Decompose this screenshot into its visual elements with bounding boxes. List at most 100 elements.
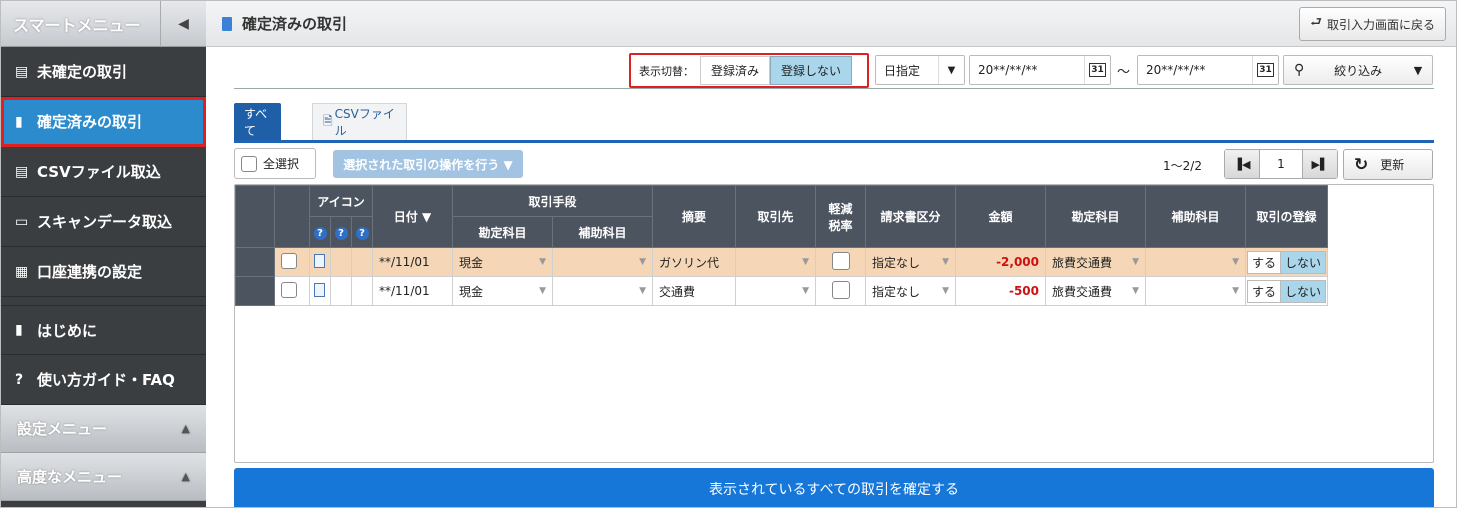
date-from-field[interactable]: 20**/**/** 31 [969, 55, 1111, 85]
invoice-type-select[interactable]: 指定なし ▼ [865, 247, 956, 277]
method-sub-select[interactable]: ▼ [552, 247, 653, 277]
search-icon: ⚲ [1294, 62, 1305, 78]
narrow-down-button[interactable]: ⚲ 絞り込み ▼ [1283, 55, 1433, 85]
chevron-up-icon: ▲ [181, 422, 190, 435]
document-icon[interactable] [314, 253, 325, 268]
row-icon-cell [330, 247, 352, 277]
account-select[interactable]: 旅費交通費 ▼ [1045, 247, 1146, 277]
chevron-down-icon: ▼ [1232, 286, 1239, 296]
register-no-button[interactable]: しない [1281, 251, 1325, 273]
partner-select[interactable]: ▼ [735, 276, 816, 306]
help-header-3: ? [351, 216, 373, 248]
select-all-checkbox[interactable]: 全選択 [234, 148, 316, 179]
sidebar-item-scan-import[interactable]: ▭ スキャンデータ取込 [1, 197, 206, 247]
sidebar-item-csv-import[interactable]: ▤ CSVファイル取込 [1, 147, 206, 197]
date-header[interactable]: 日付 ▼ [372, 185, 453, 248]
chevron-down-icon: ▼ [802, 257, 809, 267]
sidebar-item-confirmed[interactable]: ▮ 確定済みの取引 [1, 97, 206, 147]
invoice-type-select[interactable]: 指定なし ▼ [865, 276, 956, 306]
document-icon[interactable] [314, 282, 325, 297]
summary-header: 摘要 [652, 185, 736, 248]
row-handle [235, 247, 275, 277]
row-amount[interactable]: -2,000 [955, 247, 1046, 277]
method-account-select[interactable]: 現金 ▼ [452, 247, 553, 277]
collapse-sidebar-button[interactable]: ◀ [160, 1, 206, 47]
icon-header: アイコン [309, 185, 373, 217]
filter-bar: 表示切替： 登録済み 登録しない 日指定 ▼ 20**/**/** 31 ～ 2… [234, 53, 1434, 89]
registered-toggle[interactable]: 登録済み [700, 56, 771, 85]
sidebar-item-label: CSVファイル取込 [37, 163, 161, 181]
select-value: 指定なし [872, 255, 921, 270]
chevron-down-icon: ▼ [1132, 286, 1139, 296]
date-to-value: 20**/**/** [1146, 63, 1206, 77]
table-row[interactable]: **/11/01 現金 ▼ ▼ 交通費 ▼ 指定なし ▼ -500 旅費交通費 ▼ ▼… [235, 276, 1328, 306]
submenu-advanced[interactable]: 高度なメニュー ▲ [1, 453, 206, 501]
reduced-tax-line2: 税率 [828, 218, 853, 233]
method-sub-select[interactable]: ▼ [552, 276, 653, 306]
sub-account-select[interactable]: ▼ [1145, 247, 1246, 277]
reduced-tax-checkbox[interactable] [831, 251, 850, 270]
narrow-down-label: 絞り込み [1334, 63, 1383, 78]
calendar-icon[interactable]: 31 [1084, 56, 1110, 84]
chevron-down-icon: ▼ [1132, 257, 1139, 267]
bulk-actions-button[interactable]: 選択された取引の操作を行う ▼ [333, 150, 523, 178]
partner-select[interactable]: ▼ [735, 247, 816, 277]
chevron-left-icon: ◀ [178, 15, 189, 32]
help-icon[interactable]: ? [355, 226, 369, 240]
account-select[interactable]: 旅費交通費 ▼ [1045, 276, 1146, 306]
row-date: **/11/01 [372, 247, 453, 277]
sidebar-item-account-link[interactable]: ▦ 口座連携の設定 [1, 247, 206, 297]
display-switch: 表示切替： 登録済み 登録しない [629, 53, 869, 88]
date-from-value: 20**/**/** [978, 63, 1038, 77]
back-to-entry-button[interactable]: ⮐ 取引入力画面に戻る [1299, 7, 1446, 41]
table-row[interactable]: **/11/01 現金 ▼ ▼ ガソリン代 ▼ 指定なし ▼ -2,000 旅費交通… [235, 247, 1328, 277]
last-page-button[interactable]: ▶▌ [1303, 150, 1337, 178]
row-checkbox[interactable] [281, 252, 297, 269]
row-summary[interactable]: ガソリン代 [652, 247, 736, 277]
chevron-down-icon: ▼ [802, 286, 809, 296]
reduced-tax-checkbox[interactable] [831, 280, 850, 299]
row-checkbox[interactable] [281, 281, 297, 298]
page-number[interactable]: 1 [1259, 150, 1303, 178]
register-header: 取引の登録 [1245, 185, 1328, 248]
sidebar-item-getting-started[interactable]: ▮ はじめに [1, 305, 206, 355]
sub-account-select[interactable]: ▼ [1145, 276, 1246, 306]
tab-csv-file[interactable]: 🗎 CSVファイル [312, 103, 407, 140]
row-select-cell [274, 276, 310, 306]
checkbox[interactable] [241, 155, 257, 172]
submenu-settings[interactable]: 設定メニュー ▲ [1, 405, 206, 453]
register-yes-button[interactable]: する [1248, 251, 1281, 273]
submenu-label: 設定メニュー [17, 420, 108, 438]
tab-all[interactable]: すべて [234, 103, 281, 140]
sidebar-item-unconfirmed[interactable]: ▤ 未確定の取引 [1, 47, 206, 97]
page-title: 確定済みの取引 [242, 15, 348, 33]
select-all-label: 全選択 [263, 157, 300, 171]
chevron-down-icon: ▼ [639, 257, 646, 267]
select-value: 現金 [459, 284, 484, 299]
invoice-type-header: 請求書区分 [865, 185, 956, 248]
unregistered-toggle[interactable]: 登録しない [770, 56, 853, 85]
row-amount[interactable]: -500 [955, 276, 1046, 306]
document-icon: 🗎 [323, 113, 333, 128]
sidebar-item-guide-faq[interactable]: ? 使い方ガイド・FAQ [1, 355, 206, 405]
submenu-label: 高度なメニュー [17, 468, 123, 486]
chevron-down-icon: ▼ [938, 56, 964, 84]
select-value: 指定なし [872, 284, 921, 299]
tab-bar: すべて 🗎 CSVファイル [234, 103, 1434, 143]
date-mode-select[interactable]: 日指定 ▼ [875, 55, 965, 85]
method-account-select[interactable]: 現金 ▼ [452, 276, 553, 306]
sidebar-title: スマートメニュー [13, 15, 141, 35]
first-page-button[interactable]: ▐◀ [1225, 150, 1259, 178]
reduced-tax-header: 軽減 税率 [815, 185, 866, 248]
help-icon[interactable]: ? [334, 226, 348, 240]
refresh-button[interactable]: ↻ 更新 [1343, 149, 1433, 180]
date-to-field[interactable]: 20**/**/** 31 [1137, 55, 1279, 85]
register-no-button[interactable]: しない [1281, 280, 1325, 302]
app-window: スマートメニュー ◀ ▤ 未確定の取引 ▮ 確定済みの取引 ▤ CSVファイル取込 ▭… [0, 0, 1457, 508]
help-icon[interactable]: ? [313, 226, 327, 240]
calendar-icon[interactable]: 31 [1252, 56, 1278, 84]
register-yes-button[interactable]: する [1248, 280, 1281, 302]
row-summary[interactable]: 交通費 [652, 276, 736, 306]
confirm-all-button[interactable]: 表示されているすべての取引を確定する [234, 468, 1434, 507]
calendar-day: 31 [1089, 63, 1106, 77]
